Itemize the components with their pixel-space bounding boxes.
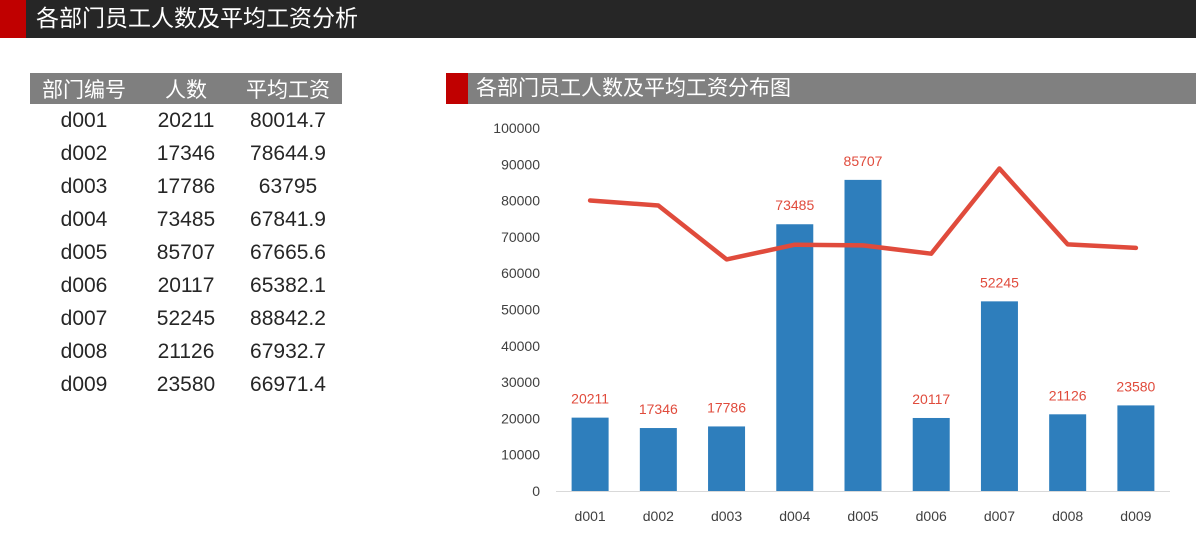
cell-department-id: d001 [60, 108, 108, 132]
cell-headcount: 17786 [156, 174, 216, 198]
bar-data-label: 73485 [775, 197, 814, 213]
cell-headcount: 85707 [156, 240, 216, 264]
combo-chart: 0 10000 20000 30000 40000 50000 60000 70000 8000… [493, 120, 1170, 524]
y-tick-label: 40000 [501, 338, 540, 354]
cell-headcount: 20211 [157, 108, 215, 132]
cell-average-salary: 80014.7 [250, 108, 326, 132]
y-tick-label: 60000 [501, 265, 540, 281]
x-tick-label: d006 [916, 508, 947, 524]
table-row: d004 73485 67841.9 [30, 203, 342, 236]
bar-series [571, 179, 1155, 491]
bar [912, 417, 950, 491]
table-row: d003 17786 63795 [30, 170, 342, 203]
x-tick-label: d002 [643, 508, 674, 524]
header-department-id: 部门编号 [30, 73, 138, 104]
x-tick-label: d007 [984, 508, 1015, 524]
y-axis-ticks: 0 10000 20000 30000 40000 50000 60000 70000 8000… [493, 120, 540, 499]
top-title-bar: 各部门员工人数及平均工资分析 [0, 0, 1196, 38]
bar [776, 224, 814, 491]
chart-title: 各部门员工人数及平均工资分布图 [476, 76, 791, 100]
table-row: d007 52245 88842.2 [30, 302, 342, 335]
cell-average-salary: 67665.6 [250, 240, 326, 264]
bar-data-label: 85707 [844, 153, 883, 169]
table-row: d001 20211 80014.7 [30, 104, 342, 137]
y-tick-label: 70000 [501, 229, 540, 245]
table-row: d005 85707 67665.6 [30, 236, 342, 269]
y-tick-label: 0 [532, 483, 540, 499]
bar-data-label: 52245 [980, 274, 1019, 290]
x-tick-label: d009 [1120, 508, 1151, 524]
cell-department-id: d008 [60, 339, 108, 363]
cell-headcount: 52245 [156, 306, 216, 330]
x-tick-label: d004 [779, 508, 810, 524]
department-table: 部门编号 人数 平均工资 d001 20211 80014.7 d002 173… [30, 73, 342, 401]
header-average-salary: 平均工资 [234, 73, 342, 104]
y-tick-label: 80000 [501, 193, 540, 209]
chart-title-accent-block [446, 73, 468, 104]
cell-department-id: d005 [60, 240, 108, 264]
cell-department-id: d006 [60, 273, 108, 297]
bar [844, 179, 882, 491]
bar [980, 301, 1018, 491]
bar-data-label: 17346 [639, 401, 678, 417]
y-tick-label: 100000 [493, 120, 540, 136]
x-tick-label: d003 [711, 508, 742, 524]
x-axis-ticks: d001 d002 d003 d004 d005 d006 d007 d008 d009 [575, 508, 1152, 524]
bar [571, 417, 609, 491]
cell-average-salary: 78644.9 [250, 141, 326, 165]
cell-department-id: d002 [60, 141, 108, 165]
table-row: d006 20117 65382.1 [30, 269, 342, 302]
y-tick-label: 90000 [501, 156, 540, 172]
cell-average-salary: 67841.9 [250, 207, 326, 231]
cell-headcount: 17346 [156, 141, 216, 165]
bar-data-label: 21126 [1049, 387, 1087, 403]
table-row: d002 17346 78644.9 [30, 137, 342, 170]
y-tick-label: 50000 [501, 302, 540, 318]
bar-data-label: 23580 [1116, 378, 1155, 394]
page-title: 各部门员工人数及平均工资分析 [36, 6, 358, 32]
cell-department-id: d003 [60, 174, 108, 198]
chart-title-bar: 各部门员工人数及平均工资分布图 [446, 73, 1196, 104]
cell-headcount: 23580 [156, 372, 216, 396]
cell-average-salary: 88842.2 [250, 306, 326, 330]
bar [639, 428, 677, 491]
cell-headcount: 21126 [157, 339, 215, 363]
cell-average-salary: 65382.1 [250, 273, 326, 297]
bar-data-label: 20211 [571, 391, 609, 407]
cell-average-salary: 63795 [258, 174, 318, 198]
cell-department-id: d004 [60, 207, 108, 231]
y-tick-label: 20000 [501, 410, 540, 426]
header-headcount: 人数 [138, 73, 234, 104]
bar [1117, 405, 1155, 491]
department-table-container: 部门编号 人数 平均工资 d001 20211 80014.7 d002 173… [30, 73, 342, 401]
cell-department-id: d009 [60, 372, 108, 396]
table-row: d008 21126 67932.7 [30, 335, 342, 368]
x-tick-label: d001 [575, 508, 606, 524]
cell-department-id: d007 [60, 306, 108, 330]
bar [1049, 414, 1087, 491]
cell-average-salary: 67932.7 [250, 339, 326, 363]
table-header-row: 部门编号 人数 平均工资 [30, 73, 342, 104]
bar [708, 426, 746, 491]
bar-data-label: 17786 [707, 399, 746, 415]
x-tick-label: d005 [847, 508, 878, 524]
y-tick-label: 30000 [501, 374, 540, 390]
x-tick-label: d008 [1052, 508, 1083, 524]
table-row: d009 23580 66971.4 [30, 368, 342, 401]
cell-headcount: 73485 [156, 207, 216, 231]
title-accent-block [0, 0, 26, 38]
y-tick-label: 10000 [501, 447, 540, 463]
bar-data-label: 20117 [912, 391, 950, 407]
cell-headcount: 20117 [157, 273, 215, 297]
cell-average-salary: 66971.4 [250, 372, 326, 396]
